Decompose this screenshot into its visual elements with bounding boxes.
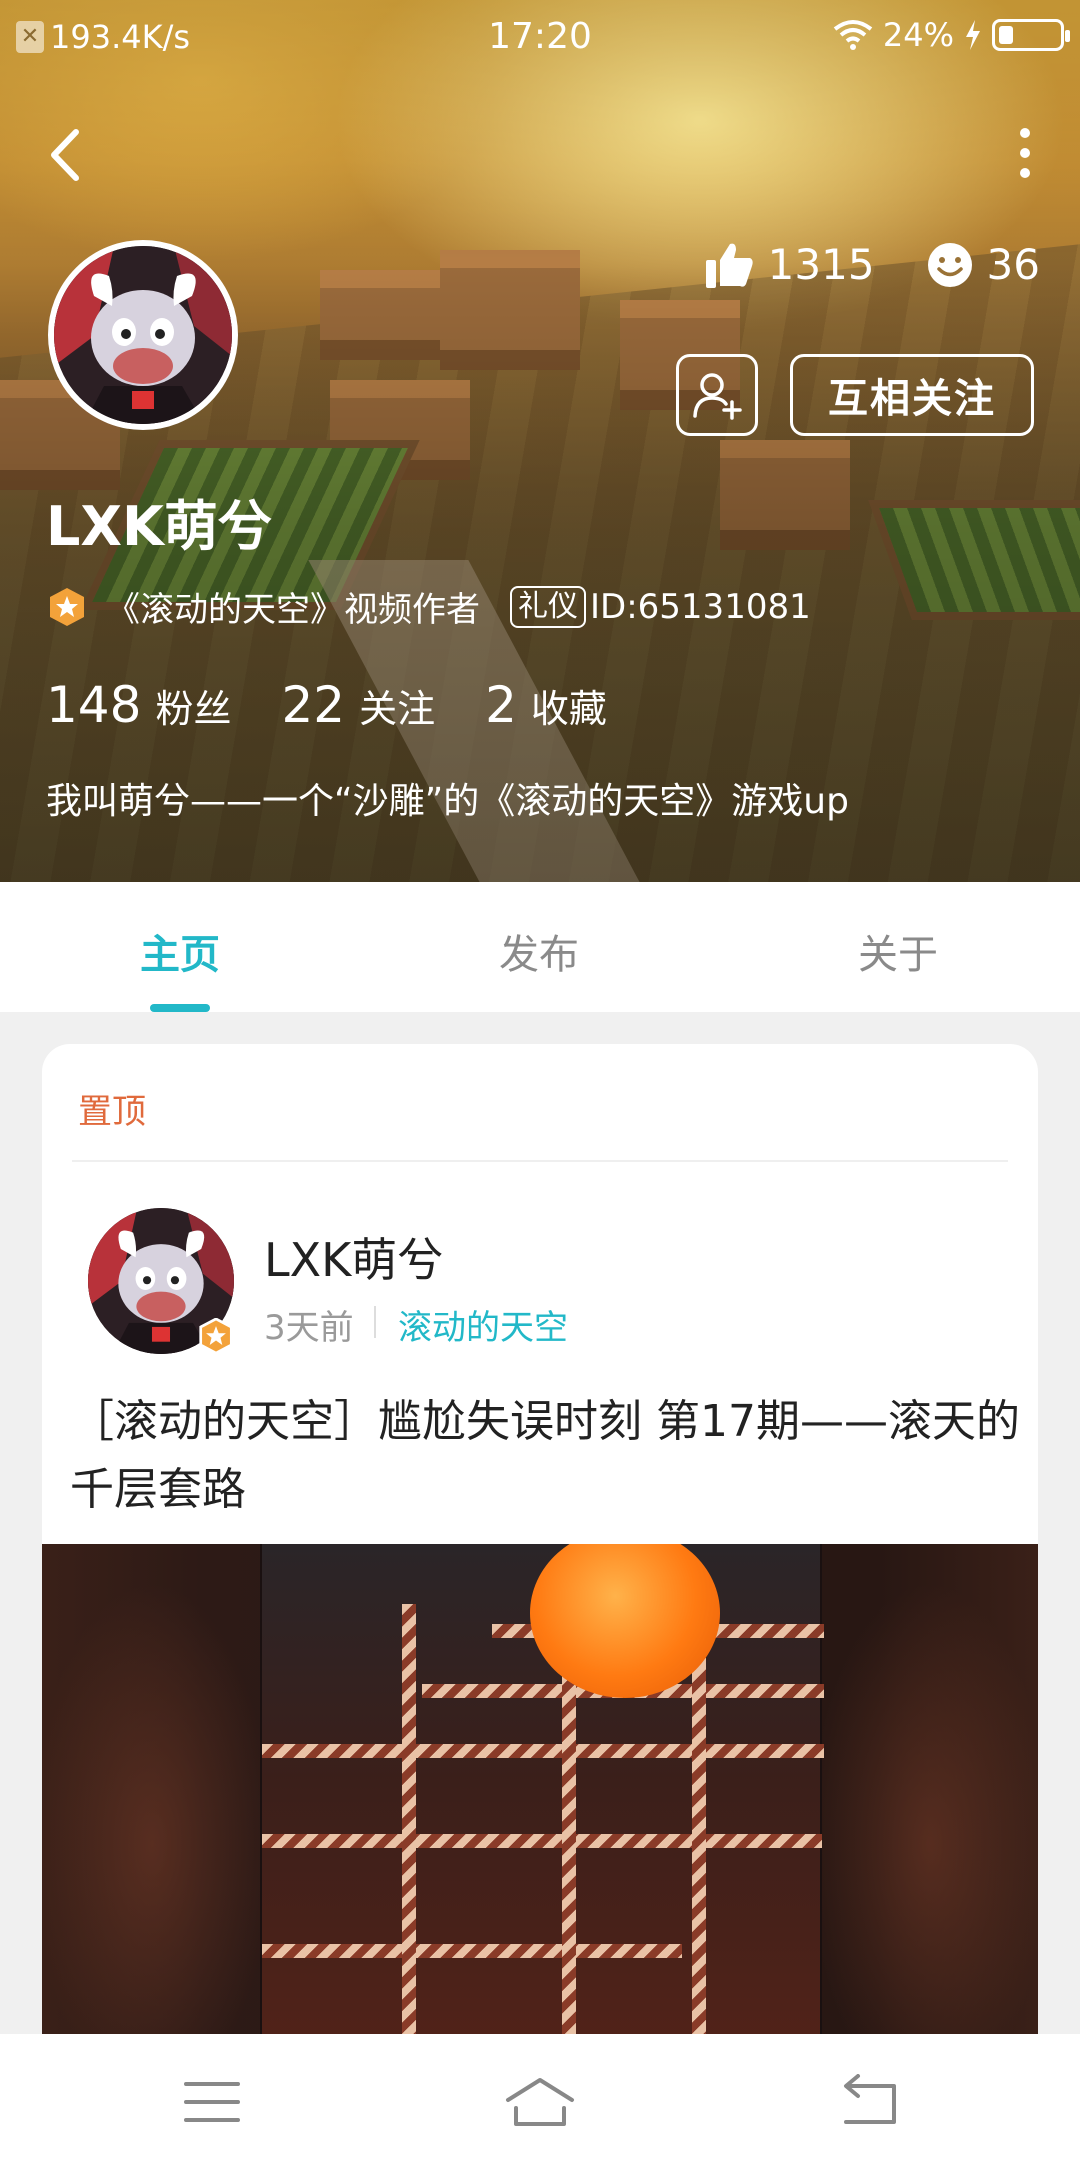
profile-tabs: 主页 发布 关于 [0, 882, 1080, 1012]
thumbs-up-icon [705, 243, 753, 288]
chevron-left-icon [51, 129, 79, 181]
following-label[interactable]: 关注 [359, 678, 435, 733]
smiles-stat: 36 [927, 240, 1040, 289]
smiley-icon [927, 242, 972, 287]
favorites-count[interactable]: 2 [485, 676, 517, 734]
separator [374, 1306, 376, 1338]
hamburger-icon [184, 2082, 240, 2122]
battery-percent: 24% [882, 16, 954, 54]
profile-banner: ✕ 193.4K/s 17:20 24% 1315 36 互相关注 LXK萌兮 … [0, 0, 1080, 882]
post-time: 3天前 [264, 1308, 354, 1348]
fans-label[interactable]: 粉丝 [155, 678, 231, 733]
back-button[interactable] [44, 122, 94, 188]
tab-posts[interactable]: 发布 [499, 922, 579, 980]
likes-count: 1315 [767, 240, 875, 289]
battery-icon [992, 19, 1070, 51]
medal-icon [199, 1318, 233, 1354]
menu-button[interactable] [172, 2074, 252, 2130]
divider [72, 1160, 1008, 1162]
charging-icon [966, 20, 980, 50]
mutual-follow-button[interactable]: 互相关注 [790, 354, 1034, 436]
system-back-button[interactable] [828, 2074, 908, 2130]
profile-badges: 《滚动的天空》视频作者 礼仪 ID:65131081 [48, 582, 811, 631]
avatar-image [54, 246, 232, 424]
profile-username: LXK萌兮 [46, 495, 272, 558]
home-button[interactable] [500, 2074, 580, 2130]
back-arrow-icon [844, 2074, 896, 2124]
add-user-icon [693, 373, 742, 420]
vertical-dots-icon-dot [1020, 148, 1030, 158]
add-friend-button[interactable] [676, 354, 758, 436]
status-right: 24% [833, 16, 1070, 54]
favorites-label[interactable]: 收藏 [531, 678, 607, 733]
etiquette-badge[interactable]: 礼仪 [510, 585, 586, 628]
post-title[interactable]: ［滚动的天空］尴尬失误时刻 第17期——滚天的千层套路 [70, 1388, 1020, 1524]
profile-id: ID:65131081 [590, 586, 811, 627]
profile-creator-title: 《滚动的天空》视频作者 [106, 590, 480, 630]
system-nav-bar [0, 2034, 1080, 2160]
smiles-count: 36 [986, 240, 1040, 289]
more-options-button[interactable] [1010, 128, 1040, 184]
medal-icon [50, 587, 84, 626]
track-rail [262, 1744, 824, 1758]
wifi-icon [833, 20, 873, 50]
pinned-post-card[interactable]: 置顶 LXK萌兮 3天前 滚动的天空 ［滚动的天空］尴尬失误时刻 第17期——滚… [42, 1044, 1038, 2144]
active-tab-indicator [150, 1004, 210, 1012]
tab-home[interactable]: 主页 [140, 922, 220, 980]
profile-screen: ✕ 193.4K/s 17:20 24% 1315 36 互相关注 LXK萌兮 … [0, 0, 1080, 2160]
status-bar: ✕ 193.4K/s 17:20 24% [0, 0, 1080, 72]
track-rail [262, 1944, 682, 1958]
follow-counts: 148 粉丝 22 关注 2 收藏 [46, 676, 657, 734]
avatar[interactable] [48, 240, 238, 430]
vertical-dots-icon [1020, 128, 1030, 138]
profile-bio: 我叫萌兮——一个“沙雕”的《滚动的天空》游戏up [46, 781, 849, 822]
fans-count[interactable]: 148 [46, 676, 141, 734]
banner-shade [0, 0, 1080, 882]
tab-about[interactable]: 关于 [858, 922, 938, 980]
following-count[interactable]: 22 [281, 676, 345, 734]
pinned-label: 置顶 [78, 1092, 146, 1132]
post-game-tag[interactable]: 滚动的天空 [398, 1300, 568, 1349]
home-icon [506, 2078, 574, 2126]
battery-fill [999, 26, 1013, 44]
track-rail [692, 1604, 706, 2104]
track-rail [262, 1834, 822, 1848]
profile-stats: 1315 36 [705, 240, 1040, 289]
likes-stat: 1315 [705, 240, 875, 289]
post-author-name[interactable]: LXK萌兮 [264, 1224, 443, 1290]
vertical-dots-icon-dot [1020, 168, 1030, 178]
